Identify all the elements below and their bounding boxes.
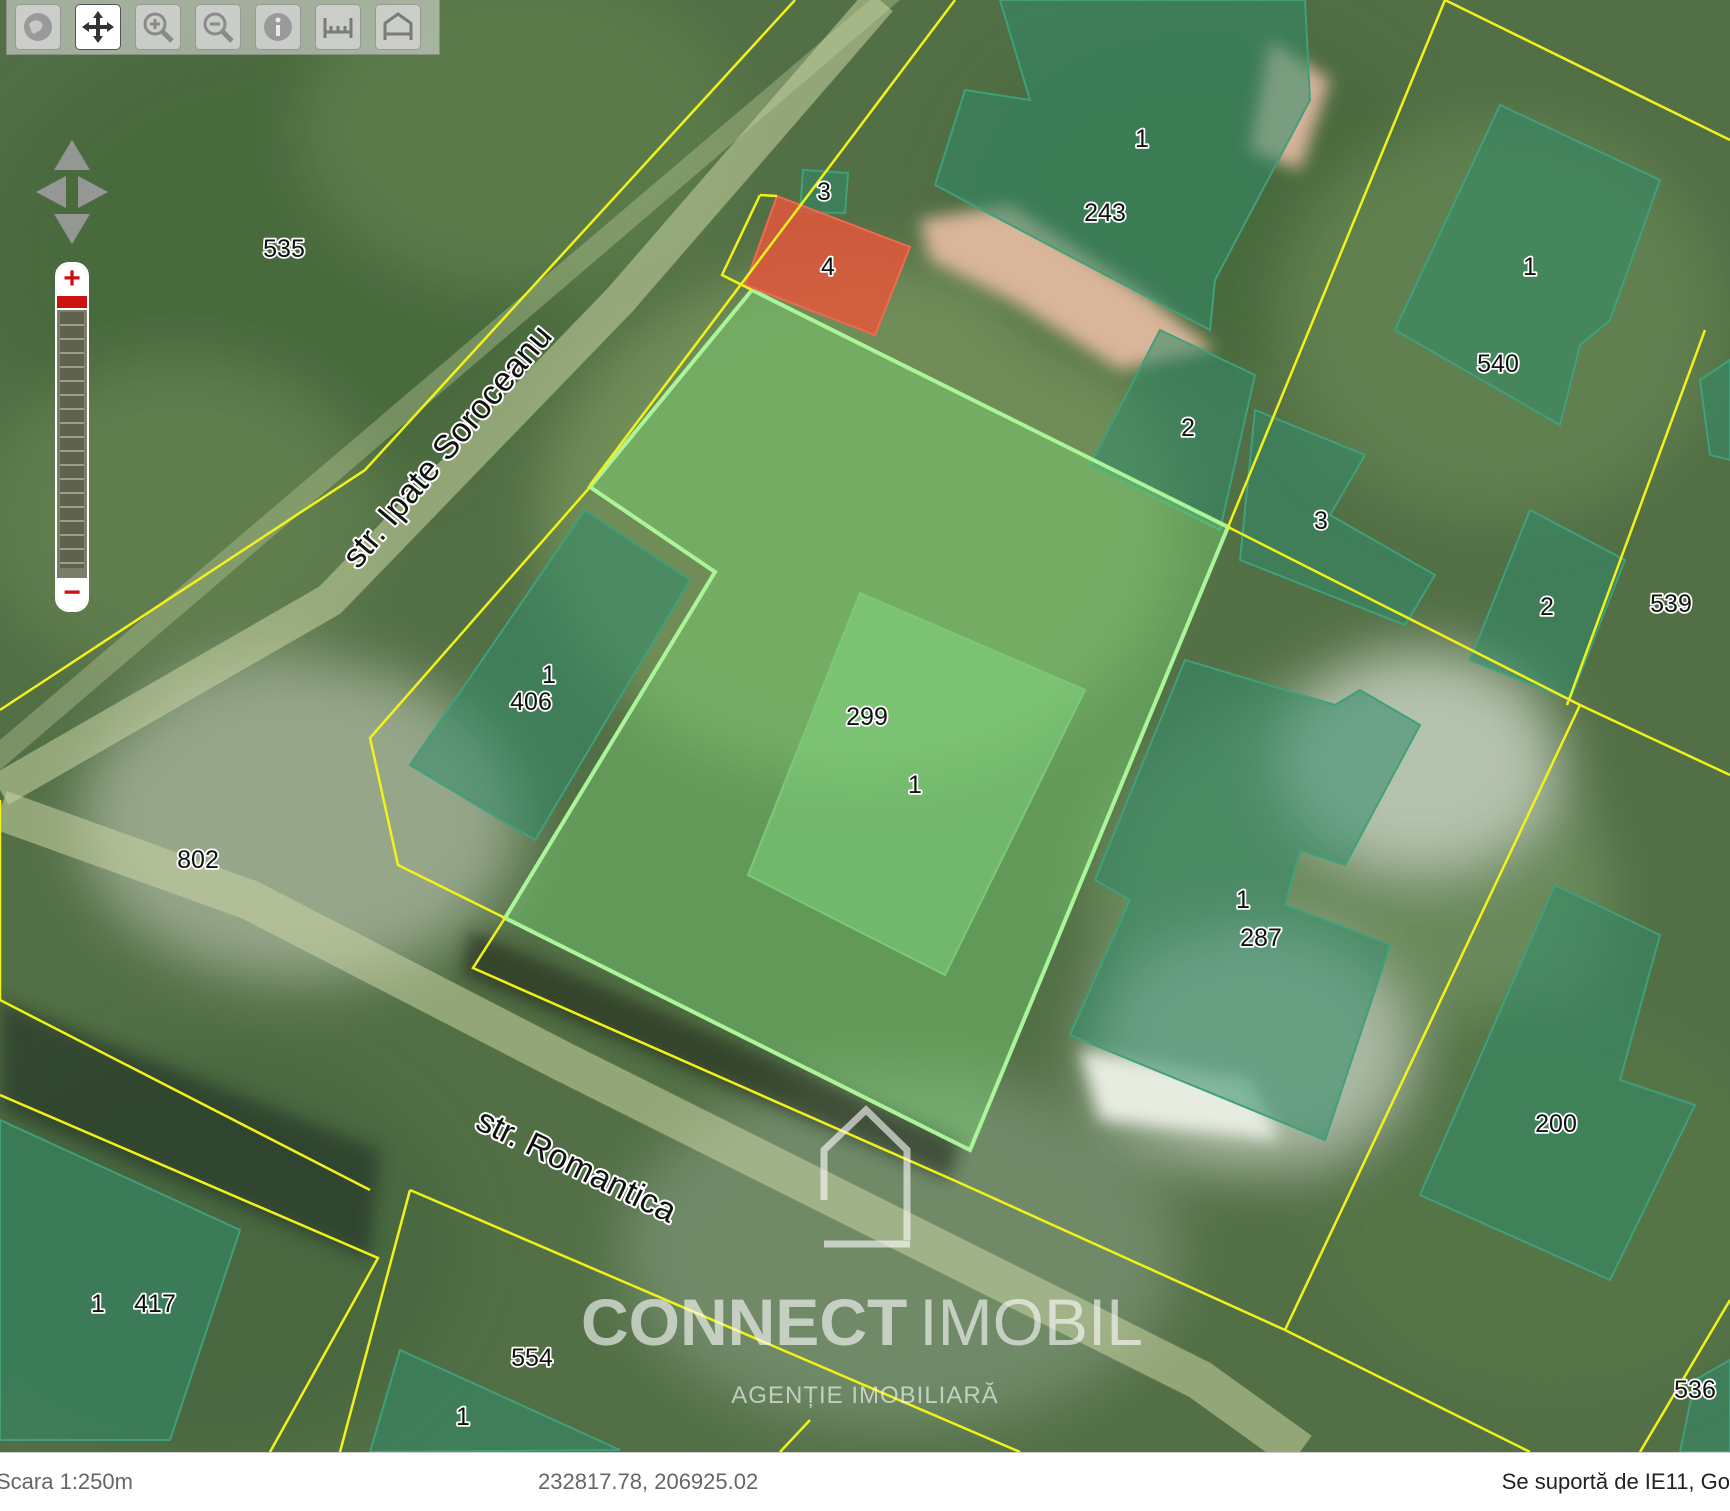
pan-down-button[interactable] [54, 214, 90, 244]
label-building-1-299: 1 [908, 771, 922, 799]
label-building-1-287: 1 [1236, 886, 1250, 914]
zoom-out-tool-button[interactable] [195, 4, 241, 50]
pan-up-button[interactable] [54, 140, 90, 170]
label-building-1-540: 1 [1523, 253, 1537, 281]
label-building-1-406: 1 [542, 661, 556, 689]
svg-text:CONNECTIMOBIL: CONNECT IMOBIL [581, 1285, 1143, 1359]
globe-icon [24, 13, 52, 41]
zoom-slider-handle[interactable] [57, 294, 87, 310]
label-building-1-243: 1 [1135, 125, 1149, 153]
label-parcel-417: 417 [134, 1290, 176, 1318]
label-building-3-top: 3 [817, 178, 831, 206]
pan-control [36, 140, 108, 248]
measure-area-tool-button[interactable] [375, 4, 421, 50]
zoom-out-icon [203, 12, 234, 43]
pan-tool-button[interactable] [75, 4, 121, 50]
label-building-1-417: 1 [91, 1290, 105, 1318]
label-parcel-243: 243 [1084, 199, 1126, 227]
globe-tool-button[interactable] [15, 4, 61, 50]
map-toolbar [6, 0, 440, 55]
label-parcel-554: 554 [511, 1344, 553, 1372]
info-tool-button[interactable] [255, 4, 301, 50]
label-parcel-802: 802 [177, 846, 219, 874]
zoom-in-icon [143, 12, 174, 43]
zoom-bar: + − [55, 262, 89, 612]
label-building-1-554: 1 [456, 1403, 470, 1431]
measure-tool-button[interactable] [315, 4, 361, 50]
map-viewer: 535 802 1 243 3 4 1 406 299 1 2 3 1 540 … [0, 0, 1730, 1511]
watermark-brand-bold: CONNECT [581, 1285, 907, 1359]
label-parcel-406: 406 [510, 688, 552, 716]
map-svg[interactable]: 535 802 1 243 3 4 1 406 299 1 2 3 1 540 … [0, 0, 1730, 1452]
pan-arrows-icon [36, 140, 108, 244]
label-parcel-540: 540 [1477, 350, 1519, 378]
label-building-2-right: 2 [1540, 593, 1554, 621]
measure-icon [323, 18, 353, 38]
pan-right-button[interactable] [78, 176, 108, 208]
label-building-2-mid: 2 [1181, 414, 1195, 442]
scale-readout: Scara 1:250m [0, 1469, 133, 1494]
zoom-track[interactable] [60, 312, 84, 568]
label-parcel-200: 200 [1535, 1110, 1577, 1138]
zoom-in-button[interactable]: + [57, 264, 87, 296]
watermark-brand-light: IMOBIL [919, 1285, 1143, 1359]
label-parcel-539: 539 [1650, 590, 1692, 618]
label-parcel-536: 536 [1674, 1376, 1716, 1404]
coordinate-readout: 232817.78, 206925.02 [538, 1469, 759, 1494]
status-bar: Scara 1:250m 232817.78, 206925.02 Se sup… [0, 1452, 1730, 1511]
info-icon [264, 13, 292, 41]
zoom-in-tool-button[interactable] [135, 4, 181, 50]
map-canvas[interactable]: 535 802 1 243 3 4 1 406 299 1 2 3 1 540 … [0, 0, 1730, 1452]
pan-left-button[interactable] [36, 176, 66, 208]
label-building-3-mid: 3 [1314, 507, 1328, 535]
label-parcel-535: 535 [263, 235, 305, 263]
label-parcel-299: 299 [846, 703, 888, 731]
browser-support-note: Se suportă de IE11, Go [1501, 1469, 1730, 1494]
watermark-tagline: AGENȚIE IMOBILIARĂ [731, 1382, 998, 1409]
pan-icon [82, 11, 114, 43]
label-parcel-287: 287 [1240, 924, 1282, 952]
label-building-4: 4 [821, 253, 835, 281]
measure-area-icon [383, 12, 413, 40]
zoom-out-button[interactable]: − [57, 578, 87, 610]
